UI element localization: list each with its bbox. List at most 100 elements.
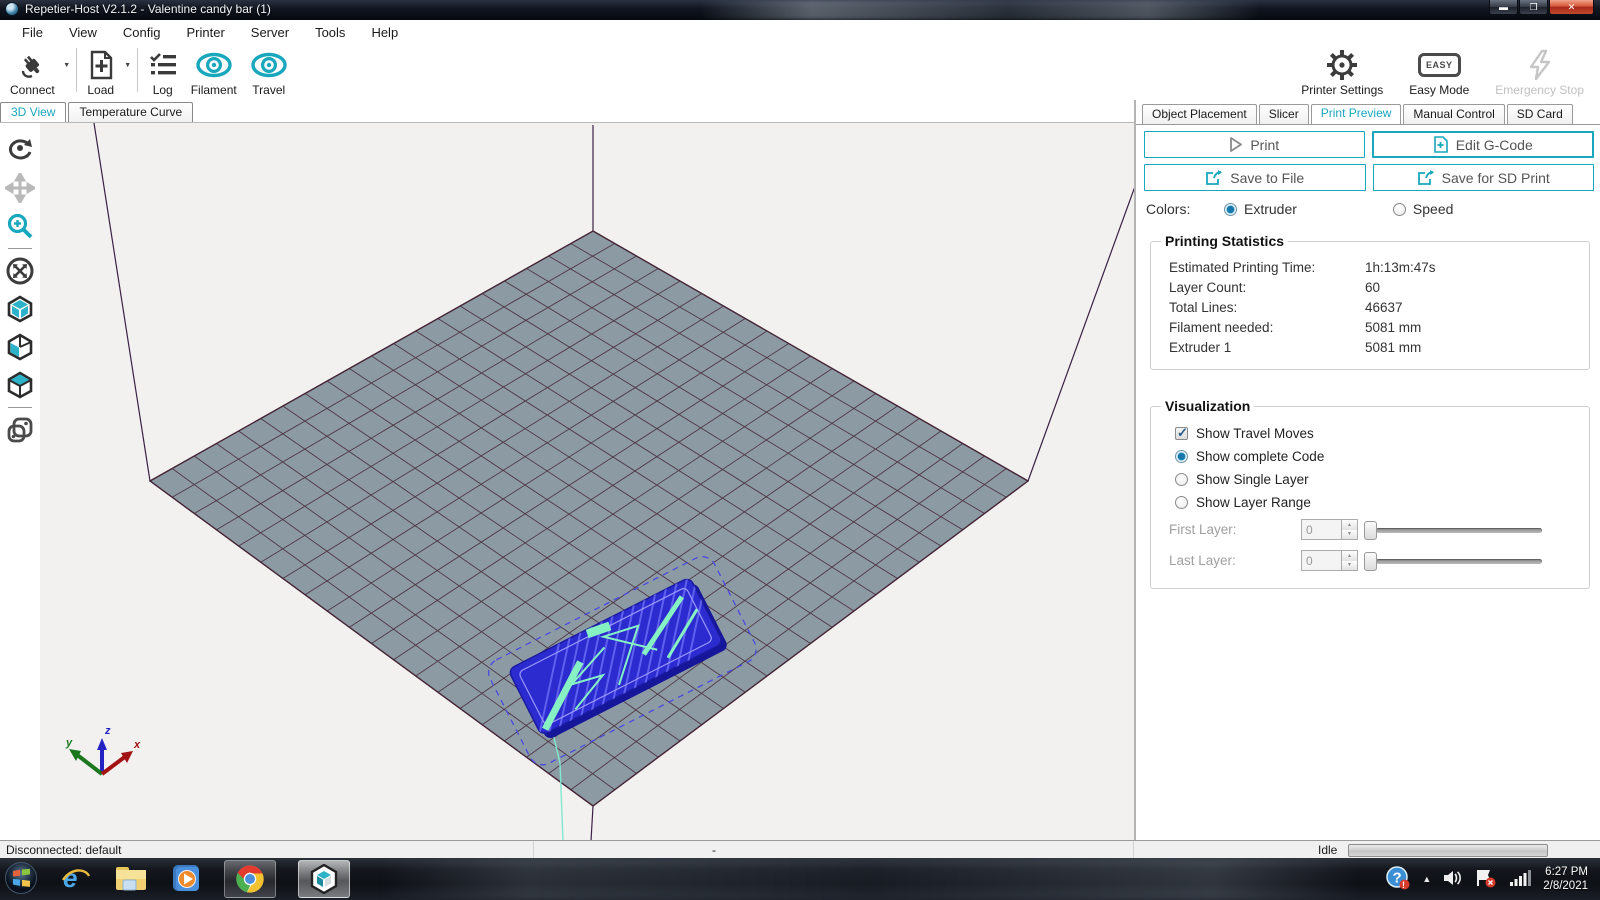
connect-button[interactable]: Connect — [4, 46, 61, 99]
file-explorer-icon[interactable] — [114, 863, 148, 896]
menu-config[interactable]: Config — [111, 22, 173, 43]
repetier-host-taskbar-button[interactable] — [298, 860, 350, 898]
rotate-view-tool[interactable] — [2, 131, 38, 169]
load-file-icon — [86, 48, 116, 82]
taskbar-clock[interactable]: 6:27 PM 2/8/2021 — [1543, 865, 1596, 893]
copies-tool[interactable] — [2, 411, 38, 449]
main-area: 3D View Temperature Curve y z x Object P… — [0, 100, 1600, 842]
save-to-file-button[interactable]: Save to File — [1144, 164, 1366, 191]
start-button[interactable] — [4, 861, 38, 898]
titlebar-glass — [700, 0, 1260, 20]
gear-icon — [1325, 48, 1359, 82]
spin-up-icon[interactable]: ▲ — [1342, 520, 1357, 530]
show-complete-code-label: Show complete Code — [1196, 449, 1325, 464]
show-layer-range-radio[interactable] — [1175, 496, 1188, 509]
move-view-tool[interactable] — [2, 169, 38, 207]
show-hidden-icons[interactable]: ▲ — [1422, 874, 1431, 884]
slider-thumb[interactable] — [1364, 520, 1377, 540]
export-icon — [1206, 170, 1223, 185]
tab-slicer[interactable]: Slicer — [1258, 104, 1309, 124]
volume-tray-icon[interactable] — [1443, 869, 1463, 890]
menubar: File View Config Printer Server Tools He… — [0, 20, 1600, 44]
show-travel-moves-label: Show Travel Moves — [1196, 426, 1314, 441]
front-view-tool[interactable] — [2, 328, 38, 366]
last-layer-spinner[interactable]: 0 ▲ ▼ — [1301, 550, 1358, 571]
spin-down-icon[interactable]: ▼ — [1342, 560, 1357, 570]
isometric-view-tool[interactable] — [2, 290, 38, 328]
edit-gcode-button[interactable]: Edit G-Code — [1371, 131, 1594, 158]
printing-statistics-title: Printing Statistics — [1165, 233, 1285, 249]
app-icon — [5, 2, 19, 16]
extruder-radio[interactable] — [1224, 202, 1237, 216]
show-single-layer-label: Show Single Layer — [1196, 472, 1309, 487]
network-tray-icon[interactable] — [1509, 869, 1532, 890]
help-tray-icon[interactable]: ? ! — [1386, 865, 1410, 893]
axis-z-label: z — [104, 725, 111, 737]
tab-temperature-curve[interactable]: Temperature Curve — [68, 102, 194, 122]
show-complete-code-radio[interactable] — [1175, 450, 1188, 463]
last-layer-slider[interactable] — [1364, 551, 1542, 571]
spin-down-icon[interactable]: ▼ — [1342, 529, 1357, 539]
menu-view[interactable]: View — [57, 22, 109, 43]
print-button[interactable]: Print — [1144, 131, 1365, 158]
svg-text:!: ! — [1402, 880, 1405, 890]
speed-radio[interactable] — [1392, 202, 1406, 216]
minimize-button[interactable]: ▬ — [1489, 0, 1518, 15]
extruder-radio-label: Extruder — [1244, 201, 1297, 217]
zoom-view-tool[interactable] — [2, 207, 38, 245]
window-title: Repetier-Host V2.1.2 - Valentine candy b… — [25, 2, 271, 16]
filament-eye-icon — [194, 48, 234, 82]
top-view-tool[interactable] — [2, 366, 38, 404]
first-layer-spinner[interactable]: 0 ▲ ▼ — [1301, 519, 1358, 540]
tab-object-placement[interactable]: Object Placement — [1142, 104, 1257, 124]
show-layer-range-label: Show Layer Range — [1196, 495, 1311, 510]
show-single-layer-radio[interactable] — [1175, 473, 1188, 486]
export-sd-icon — [1417, 170, 1434, 185]
view-tool-strip — [0, 123, 40, 841]
edit-gcode-icon — [1433, 136, 1448, 153]
tab-manual-control[interactable]: Manual Control — [1403, 104, 1505, 124]
restore-button[interactable]: ❐ — [1519, 0, 1548, 15]
toolbar: Connect ▼ Load ▼ Log Filament Travel Pri… — [0, 44, 1600, 100]
show-travel-moves-checkbox[interactable] — [1175, 425, 1188, 441]
play-icon — [1230, 137, 1243, 152]
connect-dropdown-icon[interactable]: ▼ — [61, 46, 73, 84]
media-player-icon[interactable] — [170, 862, 202, 897]
save-for-sd-button[interactable]: Save for SD Print — [1372, 164, 1594, 191]
menu-tools[interactable]: Tools — [303, 22, 357, 43]
internet-explorer-icon[interactable]: e — [60, 862, 92, 897]
spin-up-icon[interactable]: ▲ — [1342, 551, 1357, 561]
printing-statistics-group: Printing Statistics Estimated Printing T… — [1150, 233, 1590, 370]
lightning-icon — [1526, 48, 1554, 82]
titlebar: Repetier-Host V2.1.2 - Valentine candy b… — [0, 0, 1600, 20]
menu-printer[interactable]: Printer — [174, 22, 236, 43]
close-button[interactable]: ✕ — [1549, 0, 1594, 15]
travel-button[interactable]: Travel — [243, 46, 295, 99]
travel-eye-icon — [249, 48, 289, 82]
log-button[interactable]: Log — [141, 46, 185, 99]
easy-mode-button[interactable]: EASY Easy Mode — [1403, 46, 1475, 99]
axis-indicator: y z x — [65, 725, 141, 776]
connection-status: Disconnected: default — [6, 843, 122, 857]
printer-settings-button[interactable]: Printer Settings — [1295, 46, 1389, 99]
chrome-taskbar-button[interactable] — [224, 860, 276, 898]
menu-server[interactable]: Server — [239, 22, 301, 43]
action-center-tray-icon[interactable] — [1475, 868, 1497, 891]
stat-row: Estimated Printing Time: 1h:13m:47s — [1169, 259, 1436, 275]
menu-file[interactable]: File — [10, 22, 55, 43]
tab-3d-view[interactable]: 3D View — [0, 102, 67, 122]
tab-sd-card[interactable]: SD Card — [1506, 104, 1573, 124]
first-layer-slider[interactable] — [1364, 520, 1542, 540]
menu-help[interactable]: Help — [359, 22, 410, 43]
stat-row: Extruder 1 5081 mm — [1169, 339, 1422, 355]
3d-viewport[interactable]: y z x — [40, 122, 1159, 842]
stat-row: Filament needed: 5081 mm — [1169, 319, 1422, 335]
tab-print-preview[interactable]: Print Preview — [1310, 104, 1402, 124]
log-list-icon — [147, 48, 179, 82]
load-button[interactable]: Load — [80, 46, 122, 99]
slider-thumb[interactable] — [1364, 551, 1377, 571]
fit-view-tool[interactable] — [2, 252, 38, 290]
filament-button[interactable]: Filament — [185, 46, 243, 99]
load-dropdown-icon[interactable]: ▼ — [122, 46, 134, 84]
status-center: - — [712, 843, 716, 857]
